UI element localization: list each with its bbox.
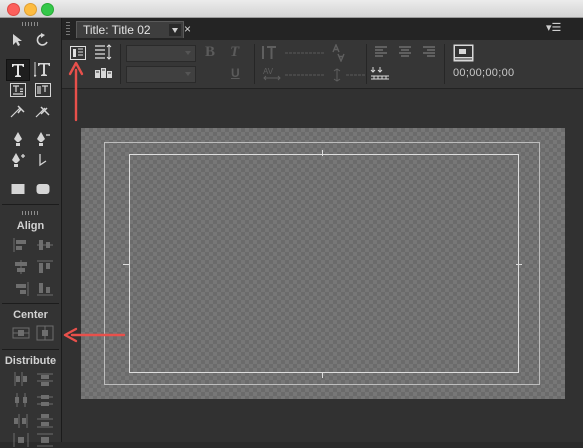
options-divider — [444, 44, 445, 84]
tools-divider — [2, 303, 59, 304]
options-divider — [120, 44, 121, 84]
window-zoom-button[interactable] — [41, 3, 54, 16]
type-tool-icon[interactable] — [6, 59, 30, 81]
window-titlebar — [0, 0, 583, 18]
panel-grip[interactable] — [22, 22, 40, 26]
rounded-rectangle-tool-icon[interactable] — [32, 179, 54, 199]
font-family-dropdown[interactable] — [126, 45, 196, 62]
delete-anchor-point-tool-icon[interactable] — [32, 129, 54, 149]
align-top-icon[interactable] — [36, 259, 54, 275]
kerning-scrub-field[interactable] — [285, 72, 325, 78]
window-close-button[interactable] — [7, 3, 20, 16]
panel-menu-icon[interactable]: ▾☰ — [546, 21, 561, 34]
tab-close-icon[interactable]: × — [184, 22, 191, 36]
align-left-icon[interactable] — [12, 237, 30, 253]
center-horizontal-icon[interactable] — [12, 325, 30, 341]
show-background-video-icon[interactable] — [453, 44, 474, 62]
distribute-left-icon[interactable] — [12, 371, 30, 387]
center-marker-top — [322, 150, 323, 156]
vertical-area-type-tool-icon[interactable] — [32, 80, 54, 100]
title-tab-label: Title: Title 02 — [83, 23, 151, 37]
tools-divider — [2, 349, 59, 350]
distribute-vertical-space-icon[interactable] — [36, 432, 54, 448]
roll-crawl-options-icon[interactable] — [94, 44, 112, 60]
leading-scrub-field[interactable] — [346, 72, 366, 78]
window-minimize-button[interactable] — [24, 3, 37, 16]
tab-grip[interactable] — [66, 22, 70, 36]
distribute-section-title: Distribute — [4, 355, 57, 367]
options-divider — [366, 44, 367, 84]
align-horizontal-center-icon[interactable] — [12, 259, 30, 275]
align-text-center-icon[interactable] — [398, 46, 412, 58]
align-text-left-icon[interactable] — [374, 46, 388, 58]
center-marker-right — [516, 264, 522, 265]
vertical-path-type-tool-icon[interactable] — [32, 102, 54, 122]
panel-grip[interactable] — [22, 211, 40, 215]
center-marker-bottom — [322, 372, 323, 378]
aspect-icon — [332, 44, 345, 62]
safe-title-margin — [129, 154, 519, 373]
area-type-tool-icon[interactable] — [7, 80, 29, 100]
bold-button[interactable]: B — [205, 44, 215, 61]
distribute-vertical-center-icon[interactable] — [36, 392, 54, 408]
background-video-icon[interactable] — [70, 46, 86, 60]
align-section-title: Align — [16, 220, 45, 232]
font-size-icon — [262, 46, 276, 59]
templates-icon[interactable] — [94, 67, 114, 79]
tab-stops-icon[interactable] — [370, 66, 390, 80]
font-size-scrub-field[interactable] — [285, 50, 325, 56]
add-anchor-point-tool-icon[interactable] — [7, 150, 29, 170]
rotation-tool-icon[interactable] — [32, 30, 54, 50]
italic-button[interactable]: T — [230, 44, 239, 61]
distribute-horizontal-space-icon[interactable] — [12, 432, 30, 448]
align-right-icon[interactable] — [12, 281, 30, 297]
convert-anchor-point-tool-icon[interactable] — [32, 150, 54, 170]
vertical-type-tool-icon[interactable] — [32, 59, 54, 79]
distribute-top-icon[interactable] — [36, 371, 54, 387]
title-dropdown-icon[interactable] — [169, 24, 181, 36]
align-bottom-icon[interactable] — [36, 281, 54, 297]
underline-button[interactable]: U — [231, 66, 240, 80]
distribute-horizontal-center-icon[interactable] — [12, 392, 30, 408]
options-divider — [254, 44, 255, 84]
path-type-tool-icon[interactable] — [7, 102, 29, 122]
center-section-title: Center — [13, 309, 48, 321]
center-vertical-icon[interactable] — [36, 325, 54, 341]
align-text-right-icon[interactable] — [422, 46, 436, 58]
pen-tool-icon[interactable] — [7, 129, 29, 149]
title-tools-panel: Align Center Distribute — [0, 18, 63, 447]
annotation-arrow-left — [63, 327, 126, 343]
kerning-icon: AV — [263, 67, 281, 81]
rectangle-tool-icon[interactable] — [7, 179, 29, 199]
title-tab[interactable]: Title: Title 02 — [76, 21, 184, 38]
selection-tool-icon[interactable] — [7, 30, 29, 50]
distribute-right-icon[interactable] — [12, 413, 30, 429]
align-vertical-center-icon[interactable] — [36, 237, 54, 253]
tools-divider — [2, 204, 59, 205]
font-style-dropdown[interactable] — [126, 66, 196, 83]
annotation-arrow-up — [68, 61, 84, 122]
center-marker-left — [123, 264, 129, 265]
background-timecode[interactable]: 00;00;00;00 — [453, 67, 514, 79]
distribute-bottom-icon[interactable] — [36, 413, 54, 429]
svg-text:AV: AV — [263, 67, 274, 76]
leading-icon — [333, 68, 341, 82]
